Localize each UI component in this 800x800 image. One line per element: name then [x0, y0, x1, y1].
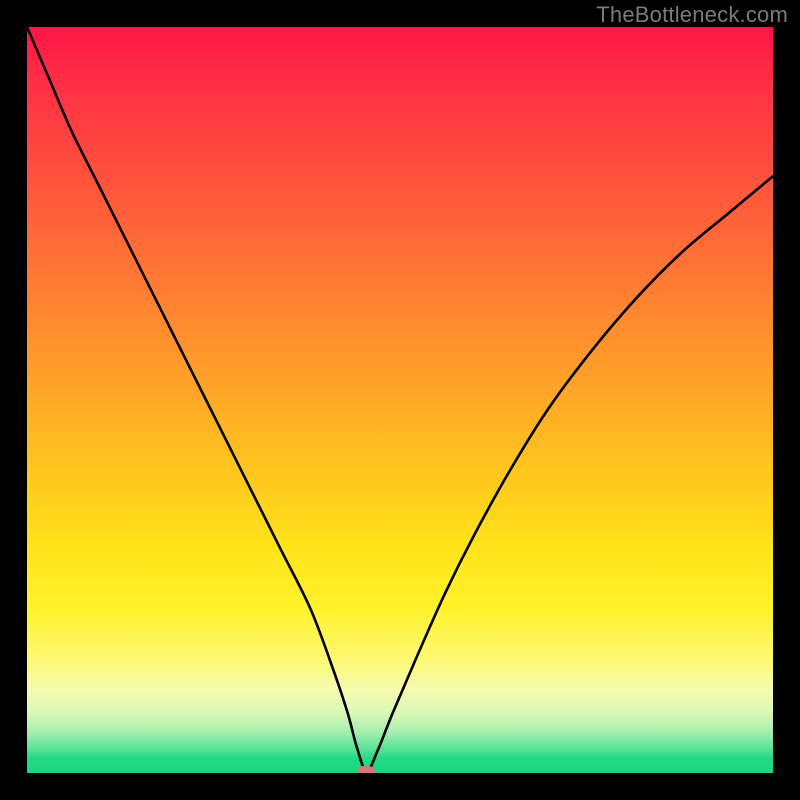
min-marker — [357, 766, 375, 774]
plot-area — [27, 27, 773, 773]
chart-container: TheBottleneck.com — [0, 0, 800, 800]
curve-svg — [27, 27, 773, 773]
watermark-text: TheBottleneck.com — [596, 2, 788, 28]
bottleneck-curve — [27, 27, 773, 772]
